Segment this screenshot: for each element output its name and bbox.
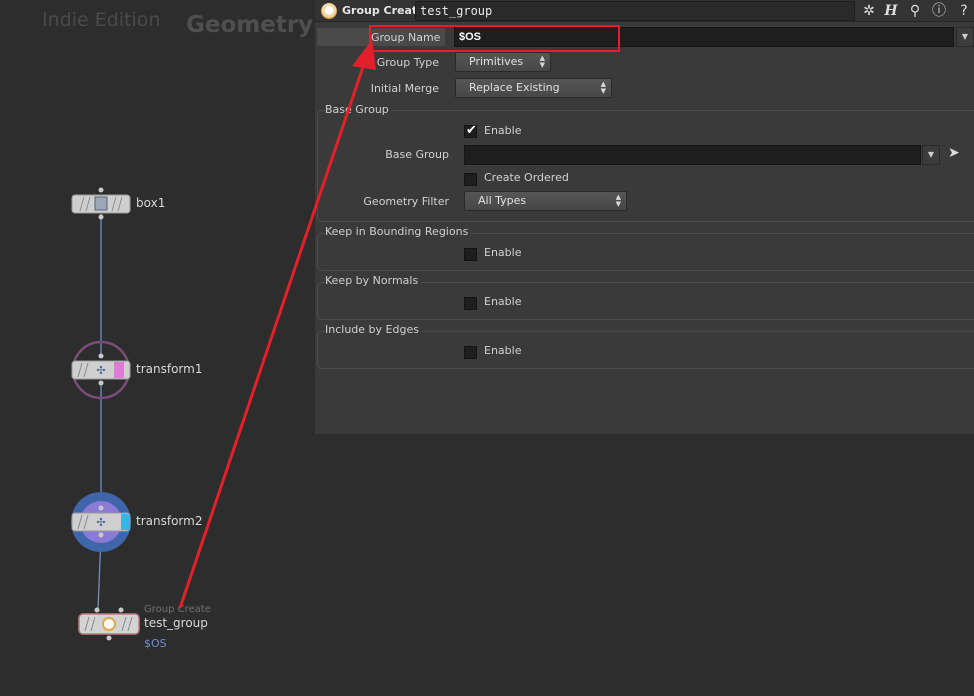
node-label-transform1: transform1 [136,362,203,376]
group-type-value: Primitives [469,55,524,68]
node-type-label: Group Create [144,604,211,615]
normals-folder [317,282,974,320]
bounding-enable-label: Enable [484,246,522,259]
question-icon[interactable]: ? [955,2,973,20]
edges-enable-checkbox[interactable] [464,346,477,359]
template-flag [114,362,124,378]
node-test-group[interactable] [78,607,140,641]
create-ordered-label: Create Ordered [484,171,569,184]
group-type-menu[interactable]: Primitives ▲ ▼ [455,52,551,72]
annotation-highlight-box [369,25,620,52]
menu-arrows-icon: ▲ ▼ [615,193,621,208]
gear-icon[interactable]: ✲ [860,2,878,20]
network-graph: ✣ ✣ [71,187,140,641]
base-group-input[interactable] [464,145,921,165]
edges-enable-label: Enable [484,344,522,357]
menu-arrows-icon: ▲ ▼ [539,54,545,69]
node-box1[interactable] [71,187,131,220]
geometry-filter-label: Geometry Filter [363,195,449,208]
node-label-box1: box1 [136,196,166,210]
base-group-enable-label: Enable [484,124,522,137]
base-group-label: Base Group [385,148,449,161]
node-transform1[interactable]: ✣ [71,353,131,386]
bounding-regions-folder [317,233,974,271]
group-name-menu-button[interactable]: ▼ [956,27,974,47]
parameter-pane-empty [315,434,974,696]
normals-folder-title: Keep by Normals [325,274,422,287]
initial-merge-label: Initial Merge [370,82,439,95]
display-flag [121,514,130,530]
base-group-folder-title: Base Group [325,103,392,116]
select-arrow-icon[interactable]: ➤ [948,145,960,161]
node-name-input[interactable] [415,1,855,21]
create-ordered-checkbox[interactable] [464,173,477,186]
normals-enable-checkbox[interactable] [464,297,477,310]
bounding-regions-folder-title: Keep in Bounding Regions [325,225,472,238]
initial-merge-value: Replace Existing [469,81,560,94]
houdini-help-icon[interactable]: H [882,2,900,20]
edges-folder-title: Include by Edges [325,323,422,336]
svg-text:✣: ✣ [96,364,105,377]
checkmark-icon: ✔ [466,123,477,138]
box-node-icon [94,196,108,211]
base-group-enable-checkbox[interactable]: ✔ [464,123,477,138]
node-label-transform2: transform2 [136,514,203,528]
svg-text:✣: ✣ [96,516,105,529]
geometry-filter-menu[interactable]: All Types ▲ ▼ [464,191,627,211]
base-group-menu-button[interactable]: ▼ [922,145,940,165]
group-type-label: Group Type [376,56,439,69]
group-create-icon [102,617,116,631]
node-label-test-group: test_group [144,616,208,630]
info-icon[interactable]: ⓘ [930,2,948,20]
initial-merge-menu[interactable]: Replace Existing ▲ ▼ [455,78,612,98]
parameter-row-handle [317,28,371,46]
normals-enable-label: Enable [484,295,522,308]
node-comment: $OS [144,637,167,650]
menu-arrows-icon: ▲ ▼ [600,80,606,95]
edges-folder [317,331,974,369]
geometry-filter-value: All Types [478,194,527,207]
operator-type-label: Group Create [342,4,425,17]
search-icon[interactable]: ⚲ [906,2,924,20]
bounding-enable-checkbox[interactable] [464,248,477,261]
group-create-op-icon[interactable] [321,3,337,19]
